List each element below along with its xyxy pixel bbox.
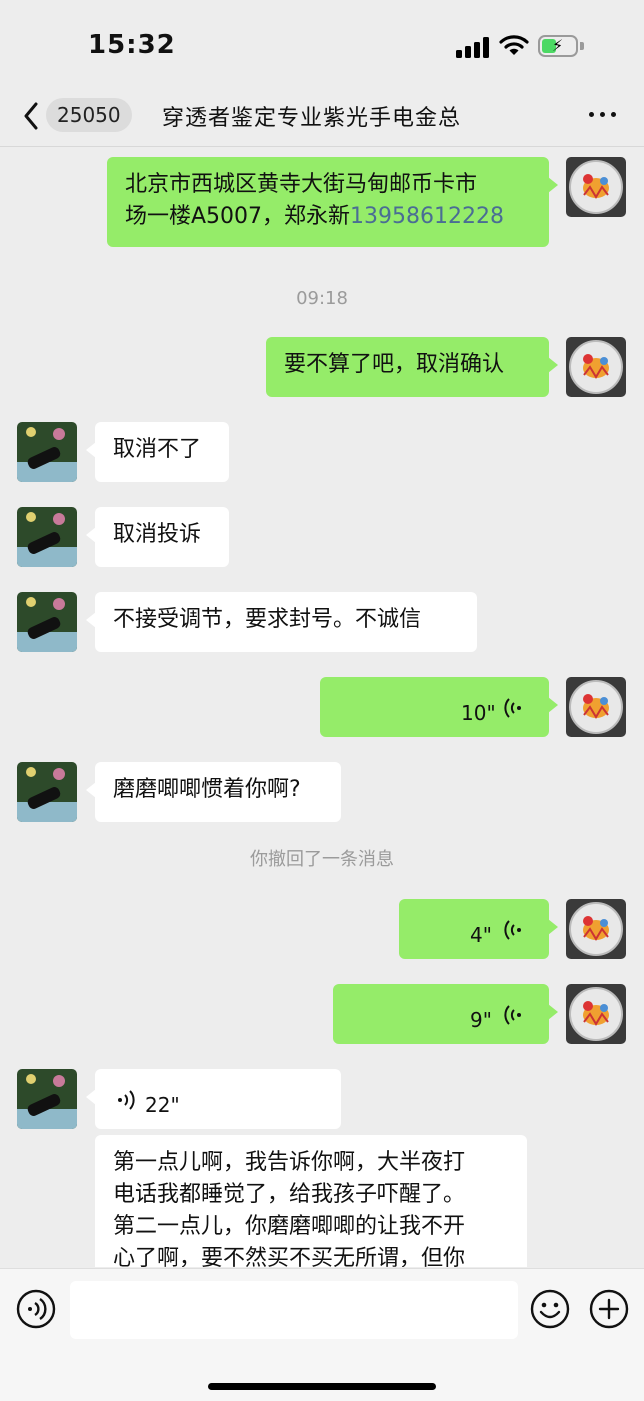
voice-duration: 22": [145, 1093, 180, 1117]
sent-message-bubble[interactable]: 北京市西城区黄寺大街马甸邮币卡市 场一楼A5007，郑永新13958612228: [107, 157, 558, 247]
status-time: 15:32: [88, 30, 176, 60]
message-text: 第二一点儿，你磨磨唧唧的让我不开: [113, 1214, 466, 1239]
message-text: 电话我都睡觉了，给我孩子吓醒了。: [113, 1182, 466, 1207]
battery-tip: [580, 42, 584, 50]
chat-title: 穿透者鉴定专业紫光手电金总: [162, 106, 462, 131]
my-avatar[interactable]: [566, 337, 626, 397]
message-text: 取消投诉: [113, 522, 202, 547]
contact-avatar[interactable]: [17, 1069, 77, 1129]
message-text: 场一楼A5007，郑永新13958612228: [125, 201, 531, 233]
my-avatar[interactable]: [566, 899, 626, 959]
contact-avatar[interactable]: [17, 507, 77, 567]
received-message-bubble[interactable]: 取消不了: [86, 422, 229, 482]
message-text: 场一楼A5007，郑永新: [125, 204, 351, 229]
voice-wave-icon: [504, 1005, 521, 1025]
contact-avatar[interactable]: [17, 592, 77, 652]
battery-icon: ⚡: [538, 35, 578, 57]
voice-transcription-bubble[interactable]: 第一点儿啊，我告诉你啊，大半夜打 电话我都睡觉了，给我孩子吓醒了。 第二一点儿，…: [95, 1135, 527, 1267]
message-text: 第一点儿啊，我告诉你啊，大半夜打: [113, 1150, 466, 1175]
message-input[interactable]: [70, 1281, 518, 1339]
plus-icon[interactable]: [589, 1289, 629, 1329]
voice-duration: 4": [470, 923, 492, 947]
message-text: 北京市西城区黄寺大街马甸邮币卡市: [125, 172, 478, 197]
received-message-bubble[interactable]: 取消投诉: [86, 507, 229, 567]
voice-input-icon[interactable]: [16, 1289, 56, 1329]
received-voice-message[interactable]: 22": [86, 1069, 341, 1129]
phone-number-link[interactable]: 13958612228: [350, 204, 504, 229]
more-icon[interactable]: [589, 108, 619, 122]
cellular-signal-icon: [456, 36, 490, 58]
contact-avatar[interactable]: [17, 422, 77, 482]
message-list[interactable]: 北京市西城区黄寺大街马甸邮币卡市 场一楼A5007，郑永新13958612228…: [0, 147, 644, 1267]
chat-header: 25050 穿透者鉴定专业紫光手电金总: [0, 88, 644, 147]
recall-notice: 你撤回了一条消息: [250, 849, 394, 870]
message-text: 不接受调节，要求封号。不诚信: [113, 607, 422, 632]
message-text: 要不算了吧，取消确认: [284, 352, 505, 377]
input-bar: [0, 1268, 644, 1401]
voice-duration: 9": [470, 1008, 492, 1032]
unread-count-badge[interactable]: 25050: [46, 98, 132, 132]
timestamp: 09:18: [296, 288, 348, 309]
received-message-bubble[interactable]: 不接受调节，要求封号。不诚信: [86, 592, 477, 652]
sent-voice-message[interactable]: 9": [333, 984, 558, 1044]
status-bar: 15:32 ⚡: [0, 0, 644, 88]
sent-voice-message[interactable]: 4": [399, 899, 558, 959]
my-avatar[interactable]: [566, 984, 626, 1044]
message-text: 心了啊，要不然买不买无所谓，但你: [113, 1246, 466, 1267]
message-text: 取消不了: [113, 437, 202, 462]
voice-wave-icon: [504, 920, 521, 940]
sent-message-bubble[interactable]: 要不算了吧，取消确认: [266, 337, 558, 397]
voice-wave-icon: [118, 1090, 135, 1110]
received-message-bubble[interactable]: 磨磨唧唧惯着你啊?: [86, 762, 341, 822]
message-text: 磨磨唧唧惯着你啊?: [113, 777, 301, 802]
my-avatar[interactable]: [566, 677, 626, 737]
sent-voice-message[interactable]: 10": [320, 677, 558, 737]
emoji-icon[interactable]: [530, 1289, 570, 1329]
voice-duration: 10": [461, 701, 496, 725]
home-indicator: [208, 1383, 436, 1390]
contact-avatar[interactable]: [17, 762, 77, 822]
my-avatar[interactable]: [566, 157, 626, 217]
back-chevron-icon[interactable]: [18, 98, 48, 134]
voice-wave-icon: [504, 698, 521, 718]
wifi-icon: [499, 35, 529, 55]
